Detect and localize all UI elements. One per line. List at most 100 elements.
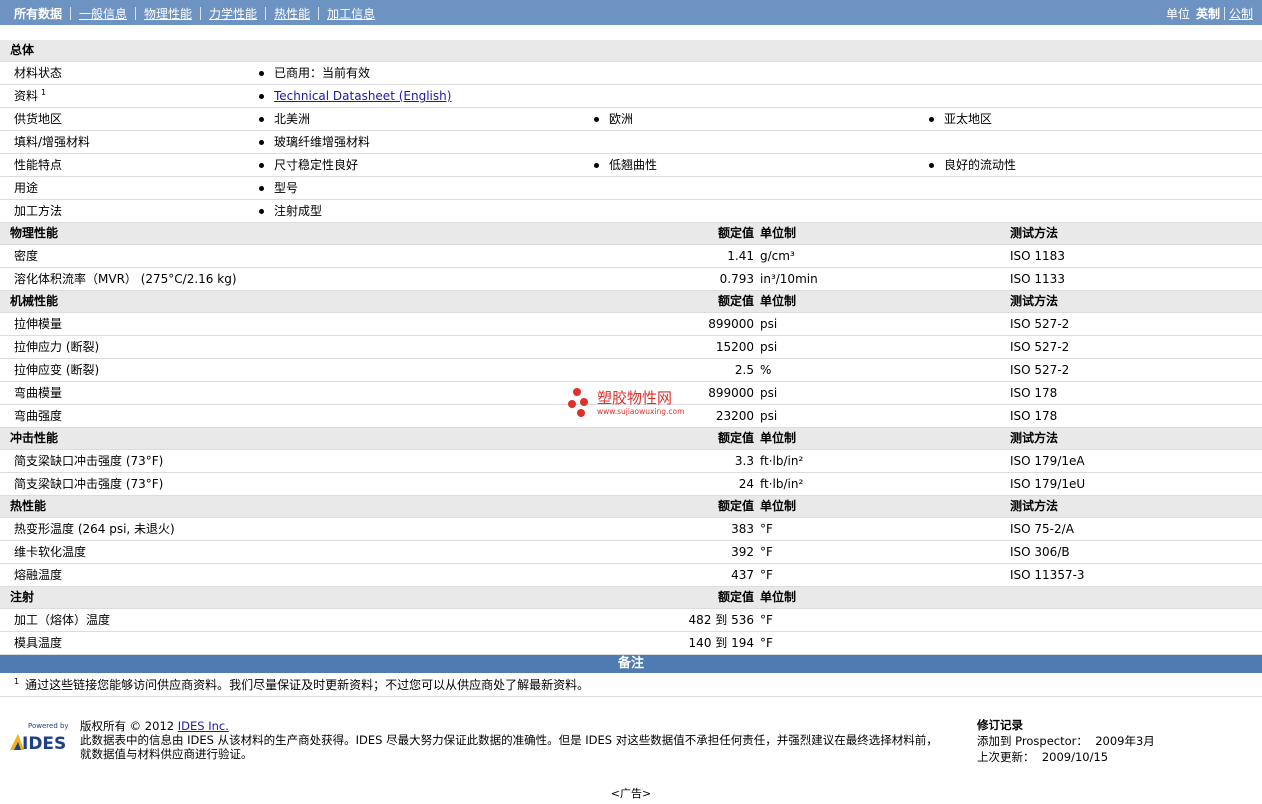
tab-thermal[interactable]: 热性能 [274, 5, 310, 22]
nominal-value: 2.5 [734, 363, 754, 377]
property-label: 弯曲模量 [14, 386, 63, 400]
copyright-block: 版权所有 © 2012 IDES Inc. 此数据表中的信息由 IDES 从该材… [80, 719, 938, 761]
section-title: 机械性能 [10, 294, 59, 308]
property-label: 加工（熔体）温度 [14, 613, 111, 627]
technical-datasheet-link[interactable]: Technical Datasheet (English) [274, 89, 451, 103]
updated-line: 上次更新： 2009/10/15 [977, 750, 1109, 764]
property-label: 简支梁缺口冲击强度 (73°F) [14, 477, 164, 491]
col-header-nominal: 额定值 [717, 590, 754, 604]
col-header-test: 测试方法 [1010, 226, 1059, 240]
property-label: 密度 [14, 249, 39, 263]
tab-separator [265, 7, 267, 20]
nominal-value: 140 到 194 [688, 636, 754, 650]
tab-mechanical[interactable]: 力学性能 [209, 5, 257, 22]
watermark-url: www.sujiaowuxing.com [597, 407, 684, 416]
bullet-value: 低翘曲性 [594, 154, 657, 176]
property-row: 加工（熔体）温度 482 到 536 °F [0, 609, 1262, 632]
nominal-value: 23200 [715, 409, 754, 423]
watermark-dot [568, 400, 576, 408]
top-nav-bar: 所有数据 一般信息 物理性能 力学性能 热性能 加工信息 单位 英制 公制 [0, 0, 1262, 25]
property-label: 维卡软化温度 [14, 545, 87, 559]
property-label: 模具温度 [14, 636, 63, 650]
section-title: 物理性能 [10, 226, 59, 240]
bullet-icon [259, 94, 264, 99]
bullet-icon [929, 163, 934, 168]
section-title: 冲击性能 [10, 431, 59, 445]
unit-value: psi [760, 340, 778, 354]
test-method: ISO 1183 [1010, 249, 1065, 263]
col-header-nominal: 额定值 [717, 294, 754, 308]
property-label: 弯曲强度 [14, 409, 63, 423]
unit-value: psi [760, 409, 778, 423]
nominal-value: 899000 [708, 317, 754, 331]
unit-value: ft·lb/in² [760, 454, 804, 468]
ides-logo: Powered by IDES [10, 722, 69, 754]
unit-english-selected: 英制 [1195, 7, 1220, 21]
section-header-thermal: 热性能 额定值 单位制 测试方法 [0, 496, 1262, 518]
nominal-value: 437 [731, 568, 754, 582]
watermark-dot [573, 388, 581, 396]
general-row-docs: 资料 1 Technical Datasheet (English) [0, 85, 1262, 108]
ides-text: IDES [22, 734, 66, 754]
nominal-value: 3.3 [734, 454, 754, 468]
general-row-status: 材料状态 已商用：当前有效 [0, 62, 1262, 85]
property-row: 拉伸应变 (断裂) 2.5 % ISO 527-2 [0, 359, 1262, 382]
nominal-value: 899000 [708, 386, 754, 400]
datasheet-content: 总体 材料状态 已商用：当前有效 资料 1 Technical Datasheet… [0, 40, 1262, 697]
unit-value: °F [760, 613, 773, 627]
bullet-icon [594, 117, 599, 122]
test-method: ISO 1133 [1010, 272, 1065, 286]
tab-separator [318, 7, 320, 20]
unit-value: °F [760, 636, 773, 650]
property-row: 维卡软化温度 392 °F ISO 306/B [0, 541, 1262, 564]
property-row: 热变形温度 (264 psi, 未退火) 383 °F ISO 75-2/A [0, 518, 1262, 541]
property-label: 溶化体积流率（MVR） (275°C/2.16 kg) [14, 272, 237, 286]
revision-title: 修订记录 [977, 718, 1023, 732]
general-row-regions: 供货地区 北美洲 欧洲 亚太地区 [0, 108, 1262, 131]
unit-switcher: 单位 英制 公制 [1166, 5, 1253, 22]
tab-physical[interactable]: 物理性能 [144, 5, 192, 22]
nominal-value: 1.41 [727, 249, 754, 263]
bullet-icon [259, 140, 264, 145]
property-label: 加工方法 [14, 204, 63, 218]
bullet-value: Technical Datasheet (English) [259, 85, 451, 107]
property-row: 拉伸应力 (断裂) 15200 psi ISO 527-2 [0, 336, 1262, 359]
test-method: ISO 11357-3 [1010, 568, 1085, 582]
tab-processing[interactable]: 加工信息 [327, 5, 375, 22]
col-header-nominal: 额定值 [717, 499, 754, 513]
disclaimer-line: 此数据表中的信息由 IDES 从该材料的生产商处获得。IDES 尽最大努力保证此… [80, 733, 938, 747]
bullet-value: 尺寸稳定性良好 [259, 154, 358, 176]
property-row: 溶化体积流率（MVR） (275°C/2.16 kg) 0.793 in³/10… [0, 268, 1262, 291]
unit-metric-link[interactable]: 公制 [1229, 5, 1253, 22]
unit-value: °F [760, 545, 773, 559]
bullet-value: 北美洲 [259, 108, 310, 130]
col-header-unit: 单位制 [760, 294, 797, 308]
sujiaowuxing-watermark: 塑胶物性网 www.sujiaowuxing.com [568, 388, 684, 417]
ides-link[interactable]: IDES Inc. [178, 719, 229, 733]
copyright-line: 版权所有 © 2012 IDES Inc. [80, 719, 229, 733]
watermark-dot [577, 409, 585, 417]
test-method: ISO 75-2/A [1010, 522, 1074, 536]
added-line: 添加到 Prospector： 2009年3月 [977, 734, 1155, 748]
property-label: 用途 [14, 181, 39, 195]
tab-all-data[interactable]: 所有数据 [14, 5, 62, 22]
property-label: 拉伸应变 (断裂) [14, 363, 100, 377]
bullet-icon [259, 71, 264, 76]
unit-value: g/cm³ [760, 249, 795, 263]
property-row: 拉伸模量 899000 psi ISO 527-2 [0, 313, 1262, 336]
property-row: 密度 1.41 g/cm³ ISO 1183 [0, 245, 1262, 268]
section-header-mechanical: 机械性能 额定值 单位制 测试方法 [0, 291, 1262, 313]
section-header-impact: 冲击性能 额定值 单位制 测试方法 [0, 428, 1262, 450]
note-text: 1 通过这些链接您能够访问供应商资料。我们尽量保证及时更新资料；不过您可以从供应商… [14, 677, 590, 692]
section-header-injection: 注射 额定值 单位制 [0, 587, 1262, 609]
property-label: 材料状态 [14, 66, 63, 80]
bullet-value: 亚太地区 [929, 108, 992, 130]
unit-value: °F [760, 522, 773, 536]
property-row: 简支梁缺口冲击强度 (73°F) 3.3 ft·lb/in² ISO 179/1… [0, 450, 1262, 473]
tab-general-info[interactable]: 一般信息 [79, 5, 127, 22]
section-title: 总体 [10, 43, 35, 57]
tab-separator [135, 7, 137, 20]
unit-value: °F [760, 568, 773, 582]
unit-value: in³/10min [760, 272, 818, 286]
property-label: 性能特点 [14, 158, 63, 172]
